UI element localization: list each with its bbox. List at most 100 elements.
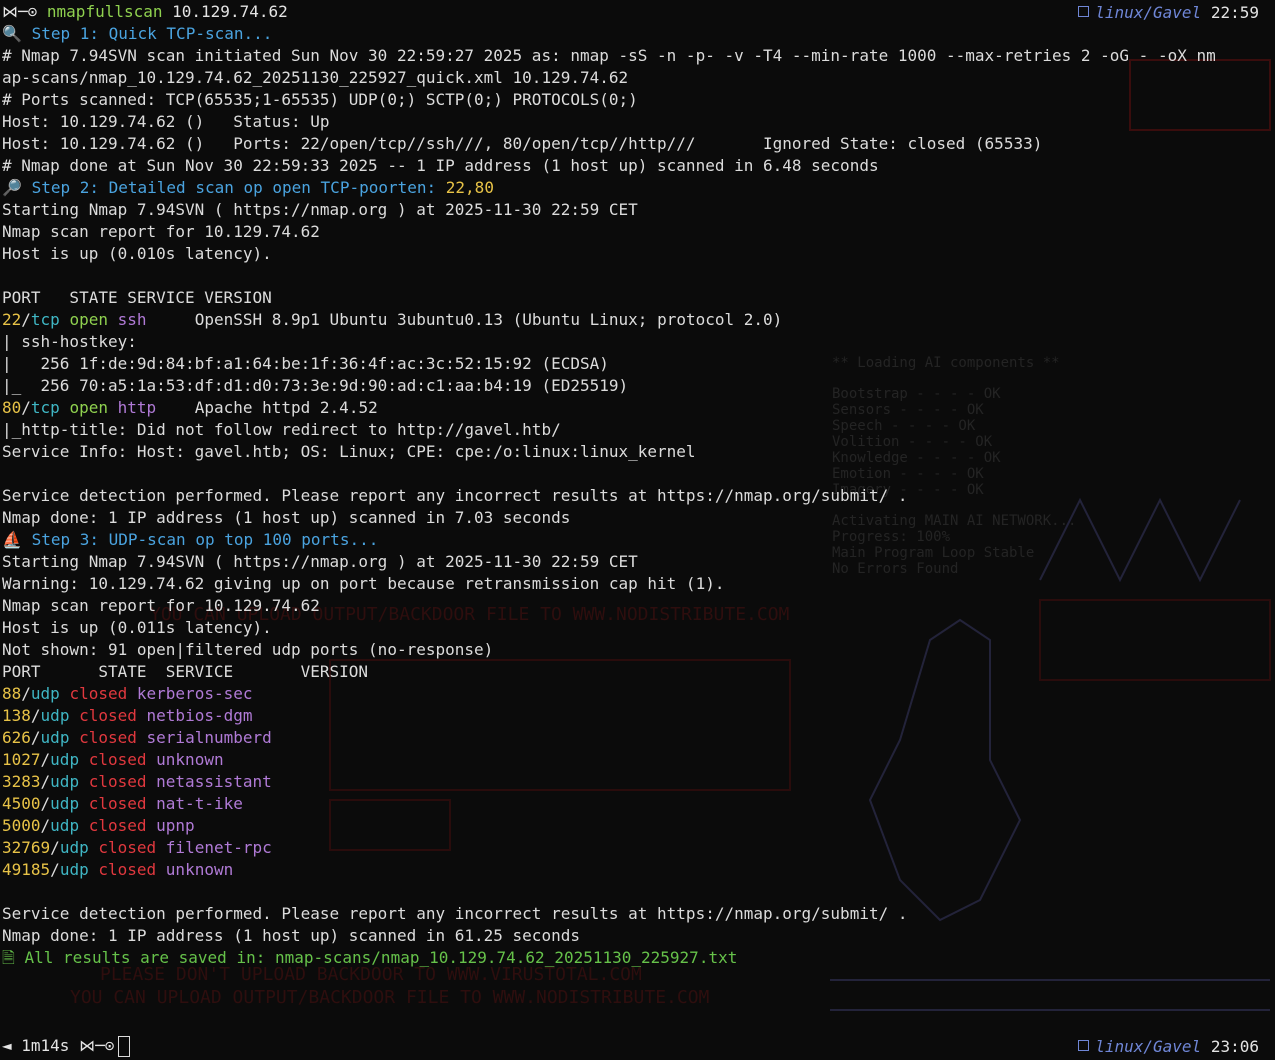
status-path: linux/Gavel — [1095, 3, 1202, 22]
port-proto: tcp — [30, 398, 60, 417]
port-row: 138/udp closed netbios-dgm — [2, 706, 253, 725]
port-number: 1027 — [2, 750, 41, 769]
status-top-right: linux/Gavel 22:59 — [1078, 2, 1259, 24]
output-line: # Ports scanned: TCP(65535;1-65535) UDP(… — [2, 90, 638, 109]
port-state: closed — [88, 794, 147, 813]
port-state: closed — [88, 750, 147, 769]
output-line: Starting Nmap 7.94SVN ( https://nmap.org… — [2, 552, 638, 571]
output-line: # Nmap 7.94SVN scan initiated Sun Nov 30… — [2, 46, 1216, 65]
magnifier-icon: 🔍 — [2, 24, 22, 43]
port-service: kerberos-sec — [136, 684, 253, 703]
port-row: 32769/udp closed filenet-rpc — [2, 838, 272, 857]
port-number: 32769 — [2, 838, 51, 857]
port-service: netassistant — [156, 772, 272, 791]
port-number: 5000 — [2, 816, 41, 835]
document-icon: 🗎 — [2, 948, 15, 967]
port-state: closed — [79, 728, 137, 747]
port-service: unknown — [165, 860, 234, 879]
port-version: OpenSSH 8.9p1 Ubuntu 3ubuntu0.13 (Ubuntu… — [146, 310, 783, 329]
port-proto: udp — [59, 860, 89, 879]
output-line: Service detection performed. Please repo… — [2, 486, 908, 505]
text-cursor[interactable] — [118, 1036, 131, 1057]
port-number: 138 — [2, 706, 31, 725]
port-state: open — [69, 310, 108, 329]
saved-line: 🗎 All results are saved in: nmap-scans/n… — [2, 947, 1272, 969]
output-line: ap-scans/nmap_10.129.74.62_20251130_2259… — [2, 68, 629, 87]
port-version: Apache httpd 2.4.52 — [156, 398, 378, 417]
step1-line: 🔍 Step 1: Quick TCP-scan... — [2, 23, 1272, 45]
output-line: | 256 1f:de:9d:84:bf:a1:64:be:1f:36:4f:a… — [2, 354, 609, 373]
output-line: Nmap scan report for 10.129.74.62 — [2, 596, 320, 615]
port-number: 4500 — [2, 794, 41, 813]
port-row: 3283/udp closed netassistant — [2, 772, 272, 791]
table-header: PORT STATE SERVICE VERSION — [2, 662, 369, 681]
prompt-symbol: ⋈─⊙ — [79, 1036, 115, 1055]
port-state: open — [69, 398, 108, 417]
port-service: ssh — [117, 310, 147, 329]
output-line: Nmap done: 1 IP address (1 host up) scan… — [2, 508, 571, 527]
window-icon — [1078, 6, 1090, 17]
port-number: 626 — [2, 728, 31, 747]
output-line: |_http-title: Did not follow redirect to… — [2, 420, 561, 439]
command-name: nmapfullscan — [46, 2, 163, 21]
port-state: closed — [88, 816, 147, 835]
status-path: linux/Gavel — [1095, 1037, 1202, 1056]
port-row: 5000/udp closed upnp — [2, 816, 195, 835]
port-state: closed — [88, 772, 147, 791]
port-service: unknown — [156, 750, 224, 769]
duration-indicator: ◄ 1m14s — [2, 1036, 70, 1055]
port-row: 626/udp closed serialnumberd — [2, 728, 272, 747]
port-proto: udp — [30, 684, 60, 703]
output-line: Not shown: 91 open|filtered udp ports (n… — [2, 640, 494, 659]
port-service: filenet-rpc — [165, 838, 272, 857]
port-row: 49185/udp closed unknown — [2, 860, 234, 879]
step3-text: Step 3: UDP-scan op top 100 ports... — [31, 530, 379, 549]
output-line: Warning: 10.129.74.62 giving up on port … — [2, 574, 725, 593]
port-number: 80 — [2, 398, 22, 417]
step2-ports: 22,80 — [445, 178, 494, 197]
port-number: 88 — [2, 684, 22, 703]
output-line: Service detection performed. Please repo… — [2, 904, 908, 923]
port-row: 1027/udp closed unknown — [2, 750, 224, 769]
step2-text: Step 2: Detailed scan op open TCP-poorte… — [31, 178, 446, 197]
output-line: Host: 10.129.74.62 () Ports: 22/open/tcp… — [2, 134, 1043, 153]
port-row: 88/udp closed kerberos-sec — [2, 684, 253, 703]
port-row: 4500/udp closed nat-t-ike — [2, 794, 243, 813]
terminal-output: ⋈─⊙ nmapfullscan 10.129.74.62 linux/Gave… — [2, 1, 1273, 1059]
port-proto: tcp — [30, 310, 60, 329]
port-number: 49185 — [2, 860, 51, 879]
port-row: 80/tcp open http Apache httpd 2.4.52 — [2, 398, 378, 417]
status-time: 23:06 — [1210, 1037, 1259, 1056]
port-service: nat-t-ike — [156, 794, 243, 813]
port-proto: udp — [40, 728, 70, 747]
step2-line: 🔎 Step 2: Detailed scan op open TCP-poor… — [2, 177, 1272, 199]
step1-text: Step 1: Quick TCP-scan... — [31, 24, 273, 43]
command-argument: 10.129.74.62 — [172, 2, 288, 21]
output-line: Service Info: Host: gavel.htb; OS: Linux… — [2, 442, 696, 461]
output-line: Host: 10.129.74.62 () Status: Up — [2, 112, 330, 131]
port-proto: udp — [50, 772, 80, 791]
output-line: # Nmap done at Sun Nov 30 22:59:33 2025 … — [2, 156, 879, 175]
output-line: Nmap scan report for 10.129.74.62 — [2, 222, 320, 241]
port-service: serialnumberd — [146, 728, 272, 747]
port-proto: udp — [40, 706, 70, 725]
output-line: Host is up (0.011s latency). — [2, 618, 272, 637]
output-line: Starting Nmap 7.94SVN ( https://nmap.org… — [2, 200, 638, 219]
port-service: upnp — [156, 816, 195, 835]
sailboat-icon: ⛵ — [2, 530, 22, 549]
table-header: PORT STATE SERVICE VERSION — [2, 288, 272, 307]
port-proto: udp — [50, 750, 80, 769]
status-bottom-right: linux/Gavel 23:06 — [1078, 1036, 1259, 1058]
saved-text: All results are saved in: nmap-scans/nma… — [24, 948, 738, 967]
port-number: 3283 — [2, 772, 41, 791]
port-service: http — [117, 398, 157, 417]
port-state: closed — [98, 838, 157, 857]
magnifier-icon: 🔎 — [2, 178, 22, 197]
step3-line: ⛵ Step 3: UDP-scan op top 100 ports... — [2, 529, 1272, 551]
output-line: Nmap done: 1 IP address (1 host up) scan… — [2, 926, 580, 945]
status-time: 22:59 — [1210, 3, 1259, 22]
port-number: 22 — [2, 310, 22, 329]
port-row: 22/tcp open ssh OpenSSH 8.9p1 Ubuntu 3ub… — [2, 310, 783, 329]
output-line: | ssh-hostkey: — [2, 332, 147, 351]
port-proto: udp — [59, 838, 89, 857]
